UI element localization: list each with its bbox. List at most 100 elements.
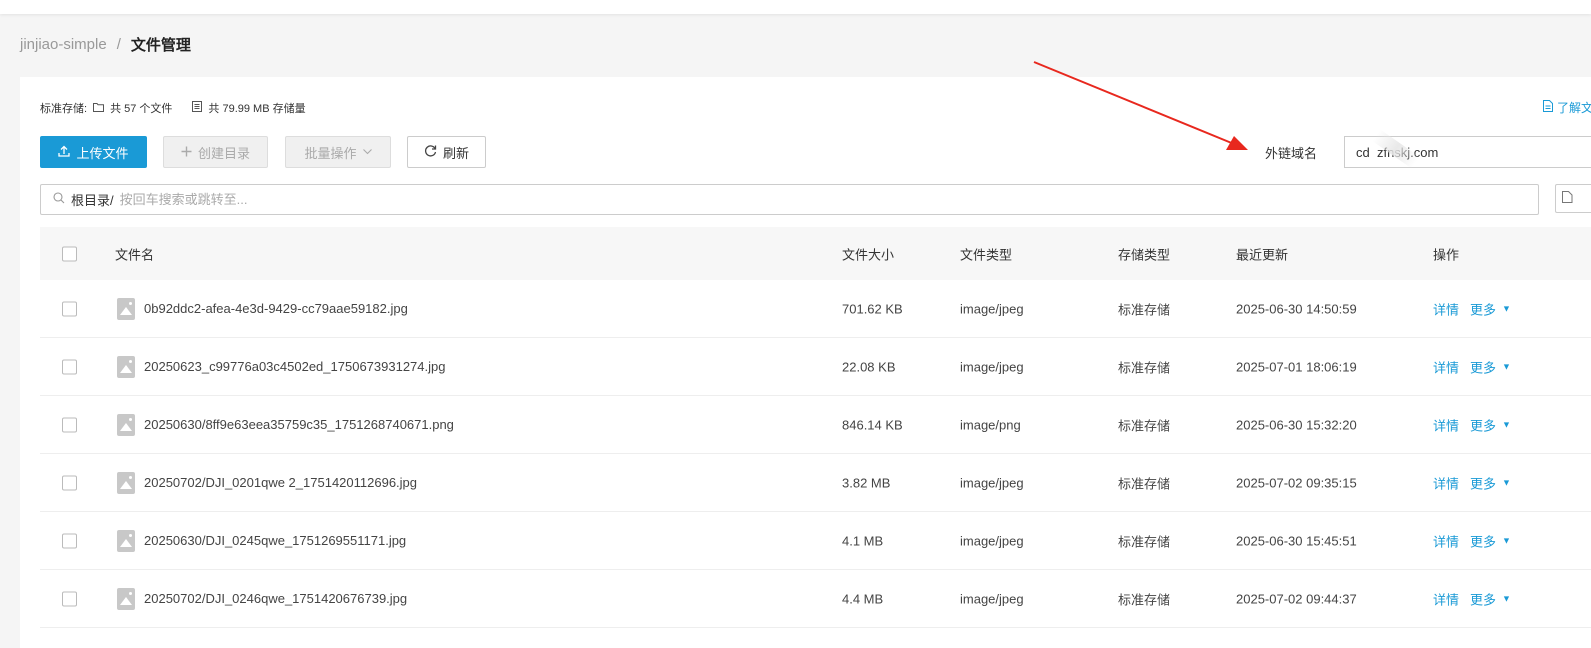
file-type: image/jpeg (960, 533, 1024, 548)
row-checkbox[interactable] (62, 475, 77, 490)
caret-down-icon[interactable]: ▼ (1502, 362, 1511, 372)
caret-down-icon[interactable]: ▼ (1502, 420, 1511, 430)
header-actions: 操作 (1433, 247, 1460, 262)
more-dropdown[interactable]: 更多 (1470, 299, 1496, 318)
chevron-down-icon (362, 147, 372, 158)
table-header: 文件名 文件大小 文件类型 存储类型 最近更新 操作 (40, 227, 1591, 280)
header-updated[interactable]: 最近更新 (1236, 244, 1288, 263)
file-name[interactable]: 20250623_c99776a03c4502ed_1750673931274.… (144, 359, 445, 374)
table-row[interactable]: 20250630/8ff9e63eea35759c35_175126874067… (40, 396, 1591, 454)
header-size[interactable]: 文件大小 (842, 244, 894, 263)
batch-label: 批量操作 (304, 145, 357, 161)
file-name-cell[interactable]: 0b92ddc2-afea-4e3d-9429-cc79aae59182.jpg (115, 297, 408, 320)
file-type: image/png (960, 417, 1021, 432)
more-dropdown[interactable]: 更多 (1470, 473, 1496, 492)
detail-link[interactable]: 详情 (1433, 299, 1459, 318)
folder-icon (93, 102, 105, 115)
row-checkbox[interactable] (62, 301, 77, 316)
file-name-cell[interactable]: 20250623_c99776a03c4502ed_1750673931274.… (115, 355, 445, 378)
file-type: image/jpeg (960, 301, 1024, 316)
detail-link[interactable]: 详情 (1433, 415, 1459, 434)
row-actions: 详情 更多 ▼ (1433, 299, 1511, 318)
image-file-icon (117, 471, 135, 494)
storage-type: 标准存储 (1118, 592, 1171, 607)
file-name[interactable]: 0b92ddc2-afea-4e3d-9429-cc79aae59182.jpg (144, 301, 408, 316)
file-name[interactable]: 20250630/DJI_0245qwe_1751269551171.jpg (144, 533, 406, 548)
annotation-arrow (1033, 61, 1248, 150)
doc-icon (1543, 100, 1553, 115)
refresh-button[interactable]: 刷新 (407, 136, 486, 168)
storage-icon (192, 101, 203, 115)
detail-link[interactable]: 详情 (1433, 589, 1459, 608)
file-name-cell[interactable]: 20250702/DJI_0201qwe 2_1751420112696.jpg (115, 471, 417, 494)
file-name-cell[interactable]: 20250630/8ff9e63eea35759c35_175126874067… (115, 413, 454, 436)
top-bar (0, 0, 1591, 14)
table-row[interactable]: 20250623_c99776a03c4502ed_1750673931274.… (40, 338, 1591, 396)
file-name[interactable]: 20250630/8ff9e63eea35759c35_175126874067… (144, 417, 454, 432)
side-action-button[interactable] (1555, 184, 1591, 213)
caret-down-icon[interactable]: ▼ (1502, 536, 1511, 546)
more-dropdown[interactable]: 更多 (1470, 357, 1496, 376)
file-type: image/jpeg (960, 475, 1024, 490)
file-type: image/jpeg (960, 359, 1024, 374)
more-dropdown[interactable]: 更多 (1470, 531, 1496, 550)
row-checkbox[interactable] (62, 533, 77, 548)
learn-more-label: 了解文 (1557, 101, 1591, 115)
domain-label: 外链域名 (1265, 146, 1318, 161)
row-checkbox[interactable] (62, 359, 77, 374)
detail-link[interactable]: 详情 (1433, 357, 1459, 376)
create-directory-button[interactable]: 创建目录 (163, 136, 268, 168)
storage-stats: 标准存储: 共 57 个文件 共 79.99 MB 存储量 (40, 100, 306, 116)
file-name[interactable]: 20250702/DJI_0201qwe 2_1751420112696.jpg (144, 475, 417, 490)
detail-link[interactable]: 详情 (1433, 531, 1459, 550)
file-size: 701.62 KB (842, 301, 903, 316)
select-all-checkbox[interactable] (62, 246, 77, 261)
header-type[interactable]: 文件类型 (960, 244, 1012, 263)
detail-link[interactable]: 详情 (1433, 473, 1459, 492)
updated-time: 2025-07-02 09:35:15 (1236, 475, 1357, 490)
storage-type: 标准存储 (1118, 302, 1171, 317)
row-checkbox[interactable] (62, 591, 77, 606)
caret-down-icon[interactable]: ▼ (1502, 594, 1511, 604)
updated-time: 2025-06-30 15:45:51 (1236, 533, 1357, 548)
search-path-prefix: 根目录/ (71, 193, 114, 208)
batch-operations-button[interactable]: 批量操作 (285, 136, 391, 168)
breadcrumb-root[interactable]: jinjiao-simple (20, 36, 107, 53)
breadcrumb: jinjiao-simple / 文件管理 (20, 34, 191, 55)
updated-time: 2025-07-01 18:06:19 (1236, 359, 1357, 374)
file-name-cell[interactable]: 20250630/DJI_0245qwe_1751269551171.jpg (115, 529, 406, 552)
storage-type: 标准存储 (1118, 534, 1171, 549)
image-file-icon (117, 355, 135, 378)
learn-more-link[interactable]: 了解文 (1543, 99, 1591, 116)
storage-type: 标准存储 (1118, 476, 1171, 491)
create-directory-label: 创建目录 (197, 145, 250, 161)
file-manager-panel: 标准存储: 共 57 个文件 共 79.99 MB 存储量 了解文 上传文件 创… (20, 77, 1591, 648)
row-actions: 详情 更多 ▼ (1433, 415, 1511, 434)
file-size: 4.1 MB (842, 533, 884, 548)
file-table: 文件名 文件大小 文件类型 存储类型 最近更新 操作 0b92ddc2-afea… (40, 227, 1591, 628)
caret-down-icon[interactable]: ▼ (1502, 304, 1511, 314)
caret-down-icon[interactable]: ▼ (1502, 478, 1511, 488)
file-size: 4.4 MB (842, 591, 884, 606)
file-type: image/jpeg (960, 591, 1024, 606)
table-row[interactable]: 20250702/DJI_0246qwe_1751420676739.jpg 4… (40, 570, 1591, 628)
table-row[interactable]: 20250630/DJI_0245qwe_1751269551171.jpg 4… (40, 512, 1591, 570)
file-name-cell[interactable]: 20250702/DJI_0246qwe_1751420676739.jpg (115, 587, 407, 610)
search-input[interactable] (119, 192, 1538, 207)
more-dropdown[interactable]: 更多 (1470, 415, 1496, 434)
header-storage[interactable]: 存储类型 (1118, 244, 1170, 263)
more-dropdown[interactable]: 更多 (1470, 589, 1496, 608)
file-size: 846.14 KB (842, 417, 903, 432)
upload-file-button[interactable]: 上传文件 (40, 136, 147, 168)
table-row[interactable]: 0b92ddc2-afea-4e3d-9429-cc79aae59182.jpg… (40, 280, 1591, 338)
updated-time: 2025-07-02 09:44:37 (1236, 591, 1357, 606)
row-checkbox[interactable] (62, 417, 77, 432)
path-search-bar[interactable]: 根目录/ (40, 184, 1539, 215)
file-name[interactable]: 20250702/DJI_0246qwe_1751420676739.jpg (144, 591, 407, 606)
image-file-icon (117, 529, 135, 552)
row-actions: 详情 更多 ▼ (1433, 473, 1511, 492)
stats-label: 标准存储: (40, 103, 88, 115)
header-name[interactable]: 文件名 (115, 244, 154, 263)
table-row[interactable]: 20250702/DJI_0201qwe 2_1751420112696.jpg… (40, 454, 1591, 512)
image-file-icon (117, 297, 135, 320)
